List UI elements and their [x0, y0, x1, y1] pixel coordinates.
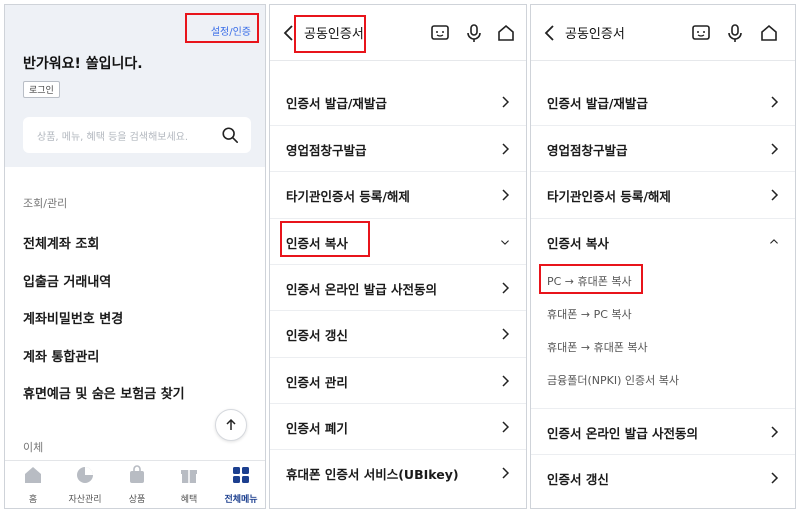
menu-dormant-deposits[interactable]: 휴면예금 및 숨은 보험금 찾기 — [23, 383, 185, 402]
home-icon[interactable] — [759, 23, 779, 43]
section-inquiry-label: 조회/관리 — [23, 197, 68, 210]
copy-option-phone-to-pc[interactable]: 휴대폰 → PC 복사 — [547, 306, 632, 322]
list-item-cert-copy[interactable]: 인증서 복사 — [531, 218, 795, 264]
tab-home[interactable]: 홈 — [7, 465, 59, 505]
chevron-right-icon — [502, 282, 510, 294]
tab-benefits[interactable]: 혜택 — [163, 465, 215, 505]
chevron-right-icon — [771, 426, 779, 438]
list-item-renew[interactable]: 인증서 갱신 — [531, 454, 795, 500]
menu-change-password[interactable]: 계좌비밀번호 변경 — [23, 308, 123, 327]
list-item-label: 타기관인증서 등록/해제 — [286, 189, 410, 204]
chevron-right-icon — [771, 96, 779, 108]
grid-menu-icon — [233, 467, 249, 483]
mic-icon[interactable] — [725, 23, 745, 43]
home-icon — [25, 467, 41, 483]
list-item-label: 인증서 온라인 발급 사전동의 — [286, 282, 438, 297]
search-input[interactable]: 상품, 메뉴, 혜택 등을 검색해보세요. — [23, 117, 251, 153]
list-item-renew[interactable]: 인증서 갱신 — [270, 310, 526, 356]
list-item-online-consent[interactable]: 인증서 온라인 발급 사전동의 — [531, 408, 795, 454]
home-icon[interactable] — [496, 23, 516, 43]
page-title: 공동인증서 — [565, 27, 625, 42]
list-item-label: 영업점창구발급 — [547, 143, 628, 158]
tab-home-label: 홈 — [28, 495, 38, 505]
chevron-right-icon — [502, 375, 510, 387]
list-item-issue[interactable]: 인증서 발급/재발급 — [270, 79, 526, 125]
list-item-label: 인증서 발급/재발급 — [547, 96, 648, 111]
copy-option-phone-to-phone[interactable]: 휴대폰 → 휴대폰 복사 — [547, 339, 648, 355]
highlight-title — [294, 15, 366, 53]
chevron-right-icon — [502, 328, 510, 340]
list-item-label: 타기관인증서 등록/해제 — [547, 189, 671, 204]
tab-benefits-label: 혜택 — [180, 495, 198, 505]
chevron-right-icon — [771, 189, 779, 201]
highlight-cert-copy — [280, 221, 370, 257]
list-item-label: 휴대폰 인증서 서비스(UBIkey) — [286, 467, 459, 482]
tab-all-menu[interactable]: 전체메뉴 — [215, 465, 265, 505]
chevron-right-icon — [502, 467, 510, 479]
chat-icon[interactable] — [691, 23, 711, 43]
list-item-label: 인증서 관리 — [286, 375, 348, 390]
list-item-manage[interactable]: 인증서 관리 — [270, 357, 526, 403]
tab-products-label: 상품 — [128, 495, 146, 505]
chevron-down-icon — [501, 240, 509, 245]
list-item-other-cert[interactable]: 타기관인증서 등록/해제 — [270, 171, 526, 217]
header: 공동인증서 — [531, 5, 795, 61]
list-item-label: 인증서 복사 — [547, 236, 609, 251]
menu-transactions[interactable]: 입출금 거래내역 — [23, 271, 111, 290]
pie-chart-icon — [77, 467, 93, 483]
list-item-branch-issue[interactable]: 영업점창구발급 — [531, 125, 795, 171]
highlight-settings — [185, 13, 259, 43]
list-item-branch-issue[interactable]: 영업점창구발급 — [270, 125, 526, 171]
mic-icon[interactable] — [464, 23, 484, 43]
chevron-right-icon — [502, 143, 510, 155]
list-item-label: 인증서 폐기 — [286, 421, 348, 436]
chevron-right-icon — [771, 143, 779, 155]
menu-account-integration[interactable]: 계좌 통합관리 — [23, 346, 99, 365]
arrow-up-icon — [226, 418, 236, 430]
chevron-right-icon — [502, 96, 510, 108]
tab-products[interactable]: 상품 — [111, 465, 163, 505]
scroll-top-button[interactable] — [215, 409, 247, 441]
list-item-label: 인증서 발급/재발급 — [286, 96, 387, 111]
copy-option-npki[interactable]: 금융폴더(NPKI) 인증서 복사 — [547, 372, 679, 388]
section-transfer-label: 이체 — [23, 441, 44, 454]
tab-assets[interactable]: 자산관리 — [59, 465, 111, 505]
gift-icon — [181, 470, 197, 483]
tab-assets-label: 자산관리 — [68, 495, 102, 505]
list-item-issue[interactable]: 인증서 발급/재발급 — [531, 79, 795, 125]
certificate-copy-expanded-panel: 공동인증서 인증서 발급/재발급 영업점창구발급 타기관인증서 등록/해제 인증… — [530, 4, 796, 509]
search-placeholder: 상품, 메뉴, 혜택 등을 검색해보세요. — [37, 132, 189, 143]
chevron-right-icon — [771, 472, 779, 484]
back-icon[interactable] — [543, 23, 557, 43]
greeting-text: 반가워요! 쏠입니다. — [23, 56, 143, 72]
list-item-label: 인증서 갱신 — [286, 328, 348, 343]
list-item-label: 인증서 갱신 — [547, 472, 609, 487]
list-item-ubikey[interactable]: 휴대폰 인증서 서비스(UBIkey) — [270, 449, 526, 495]
shopping-bag-icon — [130, 465, 144, 483]
highlight-pc-to-phone — [539, 264, 643, 294]
chat-icon[interactable] — [430, 23, 450, 43]
tab-all-menu-label: 전체메뉴 — [224, 495, 258, 505]
menu-all-accounts[interactable]: 전체계좌 조회 — [23, 233, 99, 252]
chevron-right-icon — [502, 421, 510, 433]
chevron-right-icon — [502, 189, 510, 201]
chevron-up-icon — [770, 239, 778, 244]
list-item-online-consent[interactable]: 인증서 온라인 발급 사전동의 — [270, 264, 526, 310]
search-icon[interactable] — [221, 126, 239, 144]
list-item-label: 인증서 온라인 발급 사전동의 — [547, 426, 699, 441]
all-menu-panel: 설정/인증 반가워요! 쏠입니다. 로그인 상품, 메뉴, 혜택 등을 검색해보… — [4, 4, 266, 509]
bottom-tab-bar: 홈 자산관리 상품 혜택 전체메뉴 — [5, 460, 265, 508]
list-item-revoke[interactable]: 인증서 폐기 — [270, 403, 526, 449]
certificate-menu-panel: 공동인증서 인증서 발급/재발급 영업점창구발급 타기관인증서 등록/해제 인증… — [269, 4, 527, 509]
list-item-label: 영업점창구발급 — [286, 143, 367, 158]
list-item-other-cert[interactable]: 타기관인증서 등록/해제 — [531, 171, 795, 217]
login-button[interactable]: 로그인 — [23, 81, 60, 98]
